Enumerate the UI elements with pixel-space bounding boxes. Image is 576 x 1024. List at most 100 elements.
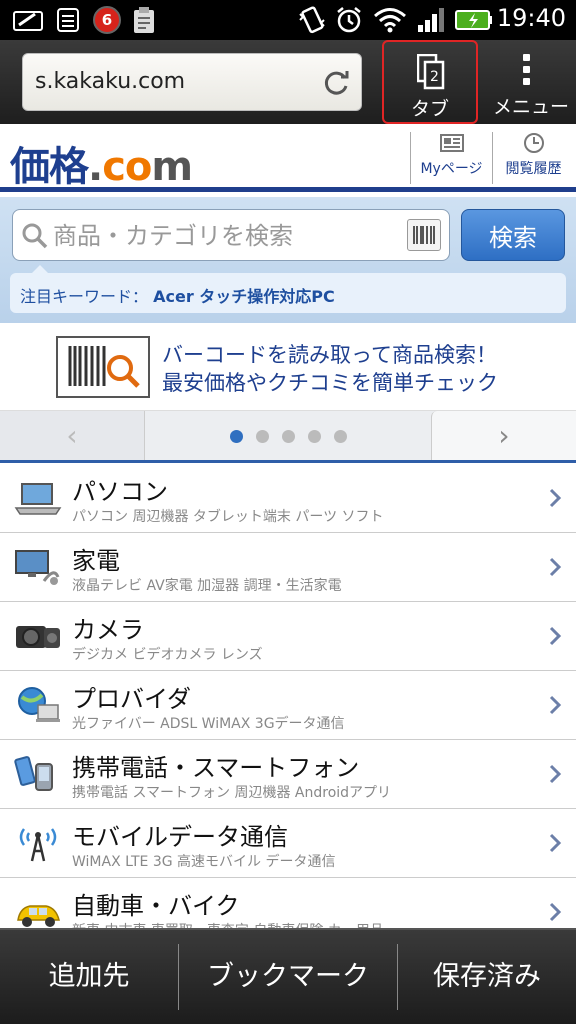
clipboard-icon bbox=[131, 6, 157, 34]
category-title: カメラ bbox=[72, 616, 144, 644]
battery-icon bbox=[454, 6, 494, 34]
saved-button[interactable]: 保存済み bbox=[398, 930, 576, 1024]
add-to-button[interactable]: 追加先 bbox=[0, 930, 178, 1024]
category-item-pc[interactable]: パソコン パソコン 周辺機器 タブレット端末 パーツ ソフト bbox=[0, 464, 576, 533]
notification-count-badge: 6 bbox=[92, 6, 122, 34]
logo-dot: . bbox=[88, 144, 103, 190]
category-title: プロバイダ bbox=[72, 685, 192, 713]
site-header: 価格.com Myページ 閲覧履歴 bbox=[0, 124, 576, 192]
category-item-mobile[interactable]: 携帯電話・スマートフォン 携帯電話 スマートフォン 周辺機器 Androidアプ… bbox=[0, 740, 576, 809]
category-subtitle: 新車 中古車 車買取・車査定 自動車保険 カー用品 bbox=[72, 920, 384, 928]
category-title: 自動車・バイク bbox=[72, 892, 240, 920]
pager-dot[interactable] bbox=[308, 430, 321, 443]
logo-kaku: 価格 bbox=[10, 144, 89, 190]
chevron-right-icon bbox=[548, 902, 562, 926]
tabs-icon: 2 bbox=[416, 53, 445, 94]
barcode-banner[interactable]: バーコードを読み取って商品検索！ 最安価格やクチコミを簡単チェック bbox=[0, 323, 576, 411]
search-input[interactable] bbox=[53, 218, 393, 254]
pager-dot[interactable] bbox=[230, 430, 243, 443]
search-box[interactable] bbox=[12, 209, 450, 261]
status-time: 19:40 bbox=[496, 4, 566, 32]
svg-text:2: 2 bbox=[430, 69, 439, 85]
logo-co: co bbox=[102, 144, 152, 190]
category-item-mobile-data[interactable]: モバイルデータ通信 WiMAX LTE 3G 高速モバイル データ通信 bbox=[0, 809, 576, 878]
clock-icon bbox=[493, 132, 574, 154]
chevron-right-icon bbox=[548, 626, 562, 650]
category-list: パソコン パソコン 周辺機器 タブレット端末 パーツ ソフト 家電 液晶テレビ … bbox=[0, 464, 576, 928]
category-item-camera[interactable]: カメラ デジカメ ビデオカメラ レンズ bbox=[0, 602, 576, 671]
featured-keyword-bar[interactable]: 注目キーワード： Acer タッチ操作対応PC bbox=[10, 265, 566, 313]
chevron-right-icon bbox=[548, 695, 562, 719]
globe-computer-icon bbox=[14, 685, 62, 725]
status-bar: 6 19:40 bbox=[0, 0, 576, 40]
handwriting-icon bbox=[12, 6, 46, 34]
signal-icon bbox=[416, 6, 446, 34]
chevron-right-icon bbox=[548, 833, 562, 857]
pager-prev-button[interactable]: ‹ bbox=[0, 411, 145, 460]
barcode-scan-icon[interactable] bbox=[407, 219, 441, 251]
pager-dots bbox=[230, 430, 347, 443]
category-subtitle: WiMAX LTE 3G 高速モバイル データ通信 bbox=[72, 854, 336, 870]
chevron-right-icon bbox=[548, 488, 562, 512]
category-title: モバイルデータ通信 bbox=[72, 823, 288, 851]
logo-m: m bbox=[151, 144, 193, 190]
banner-text: バーコードを読み取って商品検索！ 最安価格やクチコミを簡単チェック bbox=[162, 341, 498, 397]
banner-line1: バーコードを読み取って商品検索！ bbox=[162, 343, 497, 367]
mypage-link[interactable]: Myページ bbox=[410, 132, 492, 184]
kakaku-logo[interactable]: 価格.com bbox=[10, 134, 193, 192]
category-title: パソコン bbox=[72, 478, 168, 506]
browser-bottom-bar: 追加先 ブックマーク 保存済み bbox=[0, 928, 576, 1024]
history-label: 閲覧履歴 bbox=[505, 161, 562, 177]
banner-line2: 最安価格やクチコミを簡単チェック bbox=[162, 371, 498, 395]
category-item-car[interactable]: 自動車・バイク 新車 中古車 車買取・車査定 自動車保険 カー用品 bbox=[0, 878, 576, 928]
keyword-bar-notch bbox=[32, 265, 48, 273]
search-area: 検索 注目キーワード： Acer タッチ操作対応PC bbox=[0, 197, 576, 323]
reload-icon[interactable] bbox=[321, 68, 351, 98]
category-subtitle: 液晶テレビ AV家電 加湿器 調理・生活家電 bbox=[72, 578, 342, 594]
banner-pager: ‹ › bbox=[0, 411, 576, 463]
tabs-button[interactable]: 2 タブ bbox=[382, 40, 478, 124]
camera-icon bbox=[14, 616, 62, 656]
category-title: 家電 bbox=[72, 547, 120, 575]
chevron-right-icon bbox=[548, 557, 562, 581]
url-text[interactable]: s.kakaku.com bbox=[35, 69, 185, 94]
mypage-icon bbox=[411, 132, 492, 154]
menu-button[interactable]: メニュー bbox=[486, 40, 576, 124]
browser-toolbar: s.kakaku.com 2 タブ メニュー bbox=[0, 40, 576, 124]
category-subtitle: パソコン 周辺機器 タブレット端末 パーツ ソフト bbox=[72, 509, 384, 525]
laptop-icon bbox=[14, 478, 62, 518]
address-bar[interactable]: s.kakaku.com bbox=[22, 53, 362, 111]
pager-next-button[interactable]: › bbox=[431, 411, 576, 460]
mypage-label: Myページ bbox=[420, 161, 483, 177]
vibrate-icon bbox=[296, 6, 328, 34]
history-link[interactable]: 閲覧履歴 bbox=[492, 132, 574, 184]
pager-dot[interactable] bbox=[282, 430, 295, 443]
car-icon bbox=[14, 892, 62, 928]
search-icon bbox=[21, 222, 49, 254]
bookmark-button[interactable]: ブックマーク bbox=[179, 930, 397, 1024]
antenna-icon bbox=[14, 823, 62, 863]
search-button[interactable]: 検索 bbox=[461, 209, 565, 261]
keyword-prefix: 注目キーワード： bbox=[20, 287, 149, 306]
alarm-icon bbox=[334, 6, 364, 34]
barcode-magnifier-icon bbox=[56, 336, 150, 398]
category-item-appliance[interactable]: 家電 液晶テレビ AV家電 加湿器 調理・生活家電 bbox=[0, 533, 576, 602]
pager-dot[interactable] bbox=[256, 430, 269, 443]
overflow-menu-icon bbox=[523, 54, 533, 90]
calendar-list-icon bbox=[55, 6, 81, 34]
chevron-right-icon bbox=[548, 764, 562, 788]
notification-count: 6 bbox=[93, 6, 121, 34]
wifi-icon bbox=[372, 6, 408, 34]
category-subtitle: 光ファイバー ADSL WiMAX 3Gデータ通信 bbox=[72, 716, 345, 732]
category-item-provider[interactable]: プロバイダ 光ファイバー ADSL WiMAX 3Gデータ通信 bbox=[0, 671, 576, 740]
featured-keyword[interactable]: 注目キーワード： Acer タッチ操作対応PC bbox=[20, 283, 335, 307]
tabs-label: タブ bbox=[410, 98, 449, 120]
mobile-phone-icon bbox=[14, 754, 62, 794]
category-subtitle: 携帯電話 スマートフォン 周辺機器 Androidアプリ bbox=[72, 785, 392, 801]
appliance-icon bbox=[14, 547, 62, 587]
category-title: 携帯電話・スマートフォン bbox=[72, 754, 360, 782]
category-subtitle: デジカメ ビデオカメラ レンズ bbox=[72, 647, 263, 663]
menu-label: メニュー bbox=[492, 96, 569, 118]
pager-dot[interactable] bbox=[334, 430, 347, 443]
keyword-link[interactable]: Acer タッチ操作対応PC bbox=[153, 287, 335, 306]
